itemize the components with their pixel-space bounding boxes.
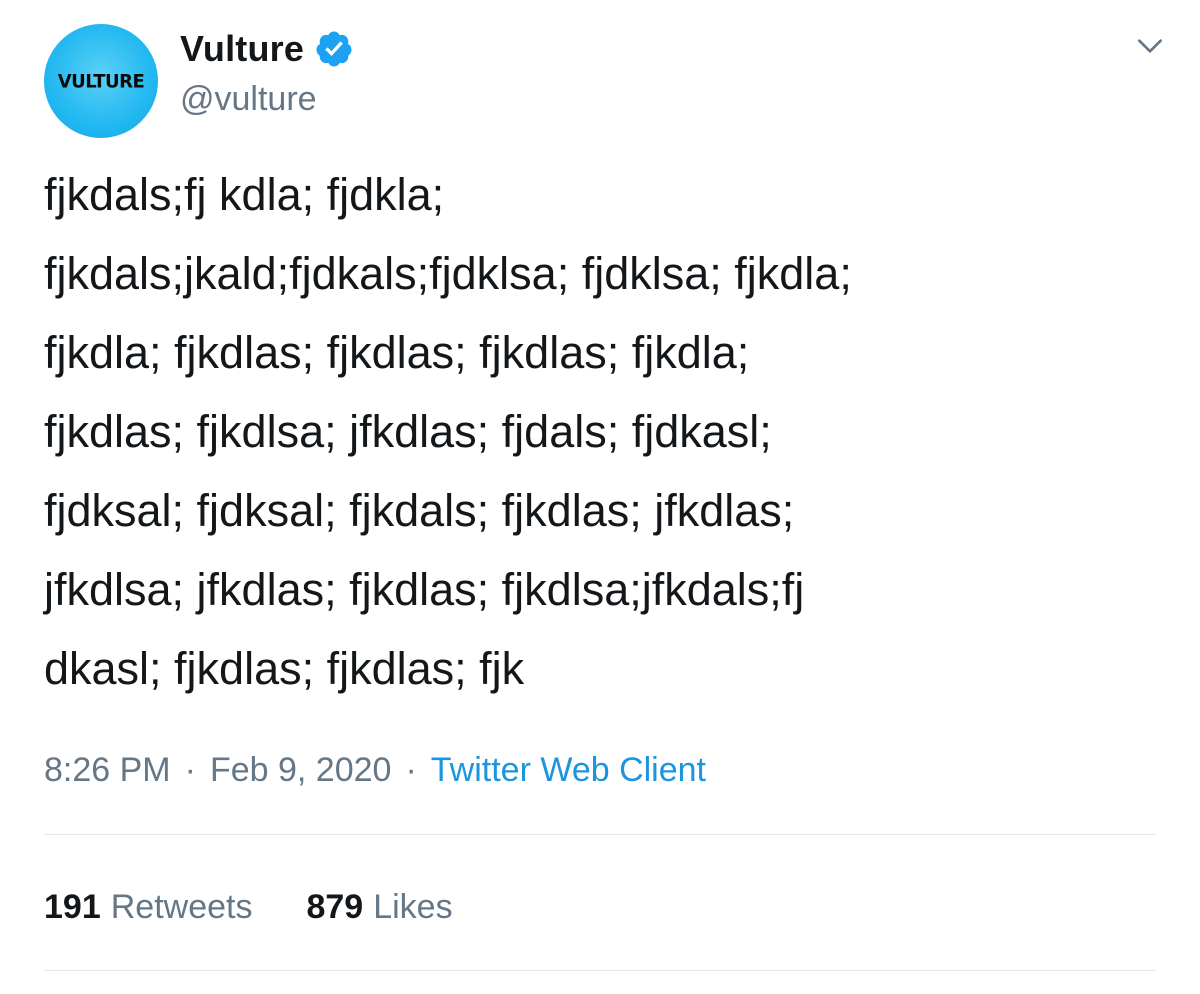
likes-count: 879 — [306, 887, 364, 926]
meta-separator: · — [184, 750, 196, 789]
tweet-text: fjkdals;fj kdla; fjdkla; fjkdals;jkald;f… — [44, 155, 1174, 708]
retweets-count: 191 — [44, 887, 101, 926]
chevron-down-icon[interactable] — [1134, 30, 1166, 62]
author-handle[interactable]: @vulture — [180, 80, 317, 119]
verified-badge-icon — [316, 31, 352, 67]
avatar[interactable]: VULTURE — [44, 24, 158, 138]
divider — [44, 834, 1156, 835]
likes-stat[interactable]: 879 Likes — [306, 888, 452, 927]
tweet-stats: 191 Retweets 879 Likes — [44, 880, 453, 934]
tweet-source-link[interactable]: Twitter Web Client — [431, 751, 706, 790]
tweet-date[interactable]: Feb 9, 2020 — [210, 751, 391, 790]
meta-separator: · — [405, 750, 417, 789]
tweet-header: VULTURE Vulture @vulture — [44, 18, 1174, 138]
tweet-text-line: fjkdlas; fjkdlsa; jfkdlas; fjdals; fjdka… — [44, 406, 772, 457]
author-name-row[interactable]: Vulture — [180, 24, 354, 74]
author-display-name[interactable]: Vulture — [180, 28, 304, 70]
tweet-text-line: fjdksal; fjdksal; fjkdals; fjkdlas; jfkd… — [44, 485, 795, 536]
tweet-time[interactable]: 8:26 PM — [44, 751, 171, 790]
avatar-logo-text: VULTURE — [57, 69, 145, 93]
tweet-text-line: fjkdals;fj kdla; fjdkla; — [44, 169, 445, 220]
tweet-text-line: fjkdla; fjkdlas; fjkdlas; fjkdlas; fjkdl… — [44, 327, 750, 378]
tweet-text-line: jfkdlsa; jfkdlas; fjkdlas; fjkdlsa;jfkda… — [44, 564, 805, 615]
likes-label: Likes — [373, 887, 453, 926]
tweet: VULTURE Vulture @vulture fjkdals;fj kdla… — [0, 0, 1200, 994]
divider — [44, 970, 1156, 971]
tweet-text-line: dkasl; fjkdlas; fjkdlas; fjk — [44, 643, 525, 694]
retweets-label: Retweets — [110, 887, 253, 926]
retweets-stat[interactable]: 191 Retweets — [44, 888, 252, 927]
tweet-metadata: 8:26 PM · Feb 9, 2020 · Twitter Web Clie… — [44, 745, 706, 795]
tweet-text-line: fjkdals;jkald;fjdkals;fjdklsa; fjdklsa; … — [44, 248, 852, 299]
